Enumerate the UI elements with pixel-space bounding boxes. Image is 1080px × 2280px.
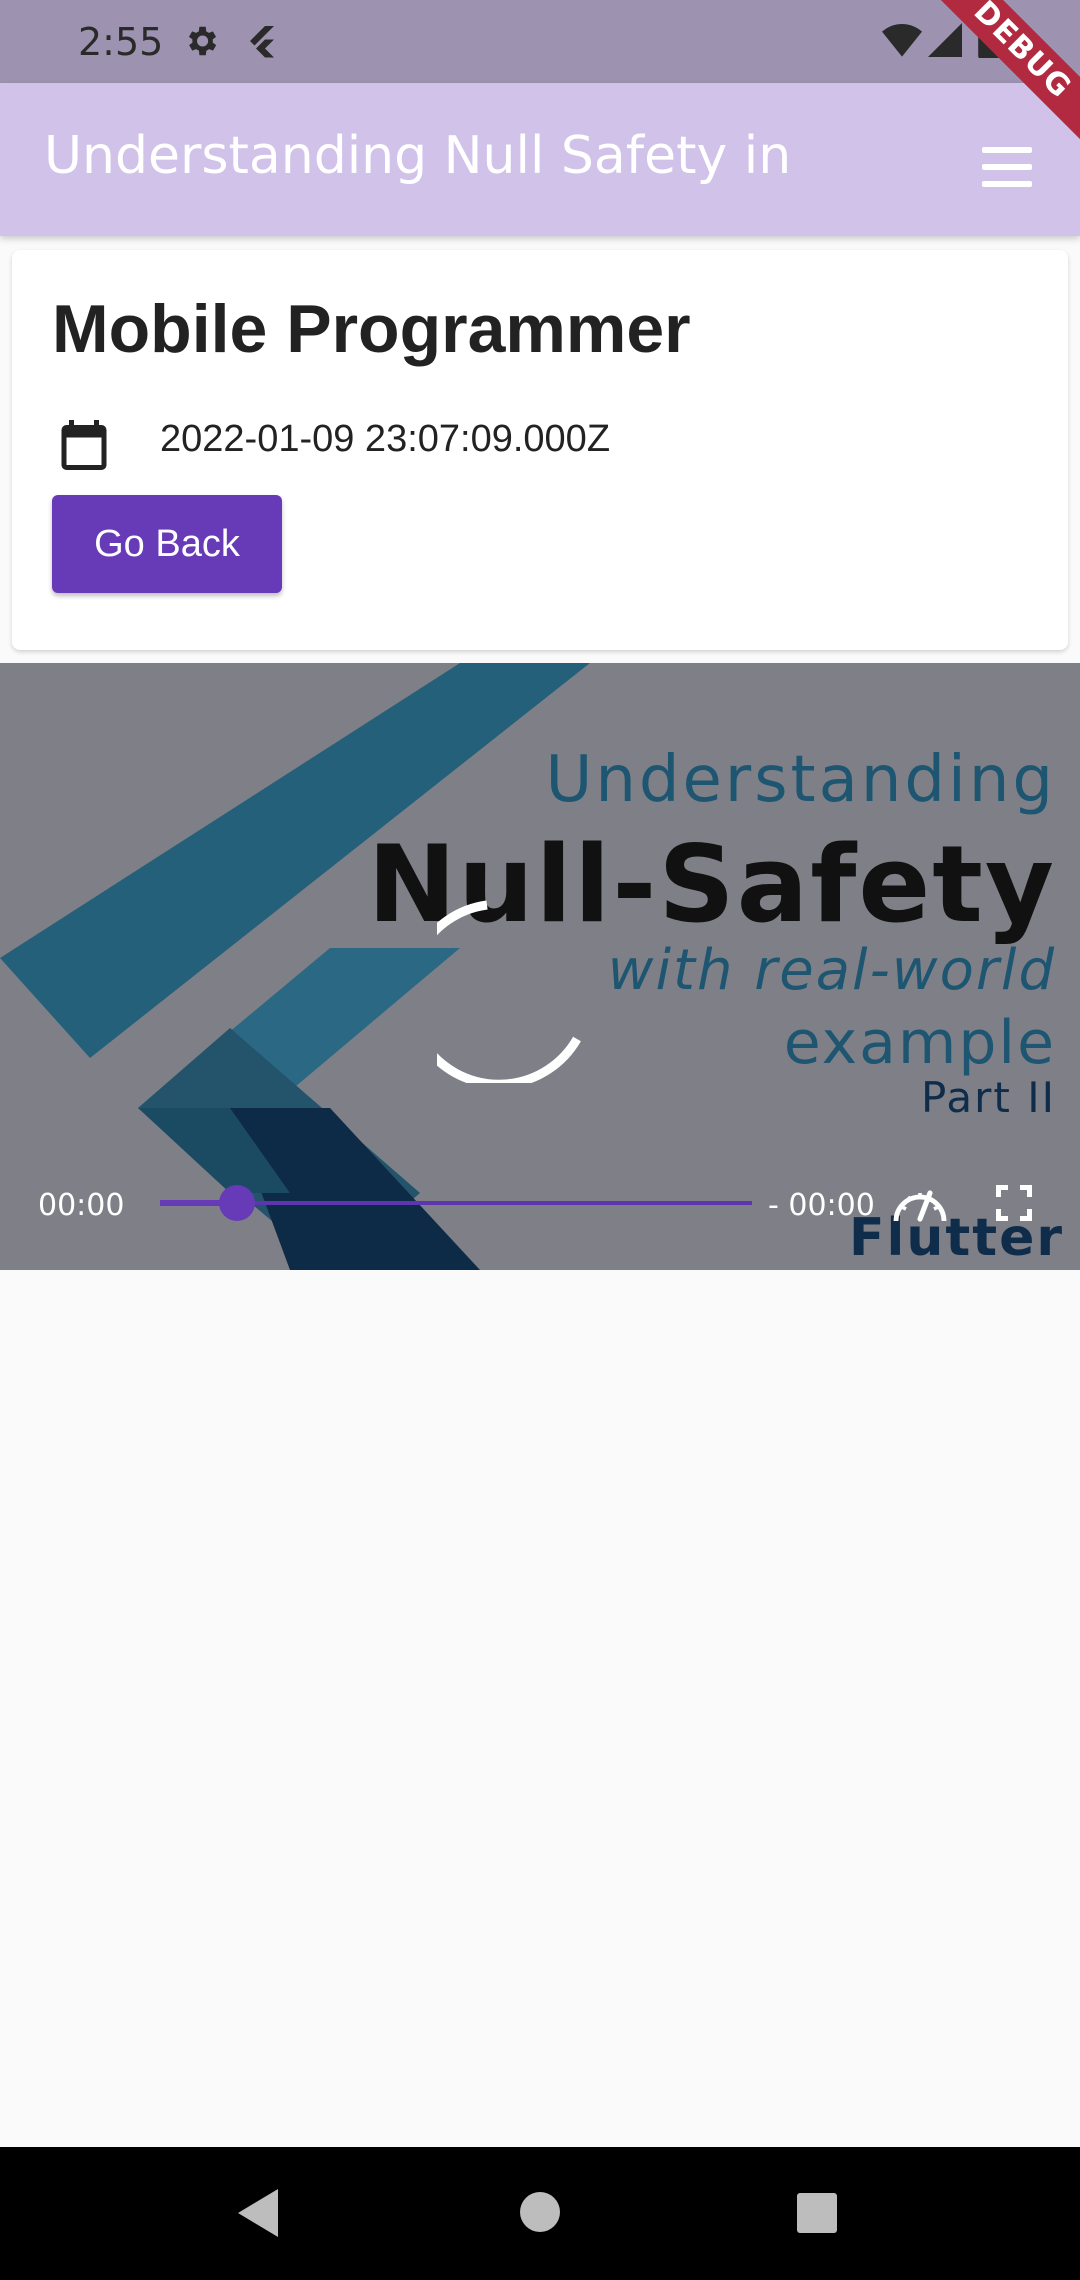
time-elapsed: 00:00 — [38, 1188, 125, 1223]
thumbnail-line-5: Part II — [920, 1073, 1056, 1122]
date-text: 2022-01-09 23:07:09.000Z — [160, 418, 611, 460]
fullscreen-icon[interactable] — [990, 1179, 1038, 1231]
playback-speed-icon[interactable] — [890, 1181, 950, 1229]
flutter-icon — [244, 22, 280, 64]
system-nav-bar — [0, 2147, 1080, 2280]
settings-icon — [182, 22, 220, 64]
thumbnail-line-4: example — [783, 1008, 1056, 1078]
video-player[interactable]: Understanding Null-Safety with real-worl… — [0, 663, 1080, 1270]
recents-icon[interactable] — [797, 2193, 837, 2237]
thumbnail-line-3: with real-world — [607, 938, 1056, 1003]
signal-icon — [928, 22, 962, 62]
home-icon[interactable] — [519, 2191, 561, 2237]
menu-button[interactable] — [974, 137, 1044, 197]
status-bar: 2:55 — [0, 0, 1080, 83]
back-icon[interactable] — [236, 2187, 282, 2243]
calendar-icon — [54, 414, 114, 480]
menu-icon — [982, 147, 1032, 153]
thumbnail-line-1: Understanding — [545, 743, 1056, 817]
app-bar: Understanding Null Safety in … — [0, 83, 1080, 236]
loading-spinner — [404, 883, 637, 1089]
wifi-icon — [882, 22, 922, 62]
go-back-button[interactable]: Go Back — [52, 495, 282, 593]
status-time: 2:55 — [78, 20, 164, 64]
card-title: Mobile Programmer — [52, 291, 691, 367]
info-card: Mobile Programmer 2022-01-09 23:07:09.00… — [12, 250, 1068, 650]
time-remaining: - 00:00 — [768, 1188, 875, 1223]
app-bar-title: Understanding Null Safety in … — [44, 126, 804, 186]
progress-thumb[interactable] — [218, 1185, 255, 1221]
